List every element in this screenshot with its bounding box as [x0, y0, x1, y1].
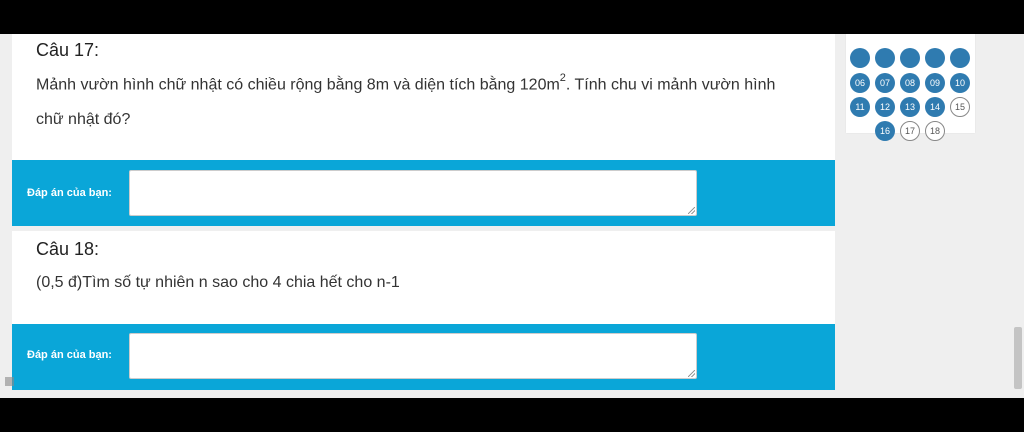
- question-number-partial[interactable]: [875, 48, 895, 68]
- answer-18-input[interactable]: [129, 333, 697, 379]
- question-number-10[interactable]: 10: [950, 73, 970, 93]
- question-number-15[interactable]: 15: [950, 97, 970, 117]
- vertical-scrollbar[interactable]: [1012, 34, 1024, 398]
- question-number-partial[interactable]: [950, 48, 970, 68]
- question-number-06[interactable]: 06: [850, 73, 870, 93]
- answer-18-band: Đáp án của bạn:: [12, 324, 835, 390]
- question-17-text-part2: . Tính chu vi mảnh vườn hình: [565, 76, 776, 94]
- question-17-card: Câu 17: Mảnh vườn hình chữ nhật có chiều…: [12, 34, 835, 161]
- question-number-partial[interactable]: [925, 48, 945, 68]
- question-number-13[interactable]: 13: [900, 97, 920, 117]
- question-navigator: 06 07 08 09 10 11 12 13 14 15 16 17 18: [846, 34, 975, 141]
- question-number-partial[interactable]: [850, 48, 870, 68]
- superscript-2: 2: [559, 72, 566, 84]
- answer-17-label: Đáp án của bạn:: [27, 187, 112, 199]
- question-number-16[interactable]: 16: [875, 121, 895, 141]
- question-18-card: Câu 18: (0,5 đ)Tìm số tự nhiên n sao cho…: [12, 231, 835, 324]
- question-17-text: Mảnh vườn hình chữ nhật có chiều rộng bằ…: [36, 72, 816, 94]
- question-18-title: Câu 18:: [36, 239, 100, 259]
- resize-grip-icon[interactable]: [688, 370, 695, 377]
- question-number-09[interactable]: 09: [925, 73, 945, 93]
- question-number-partial[interactable]: [900, 48, 920, 68]
- page-viewport: Câu 17: Mảnh vườn hình chữ nhật có chiều…: [0, 34, 1024, 398]
- question-number-11[interactable]: 11: [850, 97, 870, 117]
- answer-17-band: Đáp án của bạn:: [12, 160, 835, 226]
- question-number-18[interactable]: 18: [925, 121, 945, 141]
- question-17-title: Câu 17:: [36, 40, 100, 60]
- resize-grip-icon[interactable]: [688, 207, 695, 214]
- question-17-text-part1: Mảnh vườn hình chữ nhật có chiều rộng bằ…: [36, 76, 560, 94]
- question-number-14[interactable]: 14: [925, 97, 945, 117]
- corner-widget: [5, 377, 57, 389]
- widget-icon: [5, 377, 14, 387]
- scrollbar-thumb[interactable]: [1014, 327, 1022, 389]
- answer-17-input[interactable]: [129, 170, 697, 216]
- question-number-12[interactable]: 12: [875, 97, 895, 117]
- question-number-07[interactable]: 07: [875, 73, 895, 93]
- question-number-17[interactable]: 17: [900, 121, 920, 141]
- question-number-08[interactable]: 08: [900, 73, 920, 93]
- answer-18-label: Đáp án của bạn:: [27, 349, 112, 361]
- question-17-text-line2: chữ nhật đó?: [36, 111, 131, 128]
- question-18-text: (0,5 đ)Tìm số tự nhiên n sao cho 4 chia …: [36, 274, 400, 291]
